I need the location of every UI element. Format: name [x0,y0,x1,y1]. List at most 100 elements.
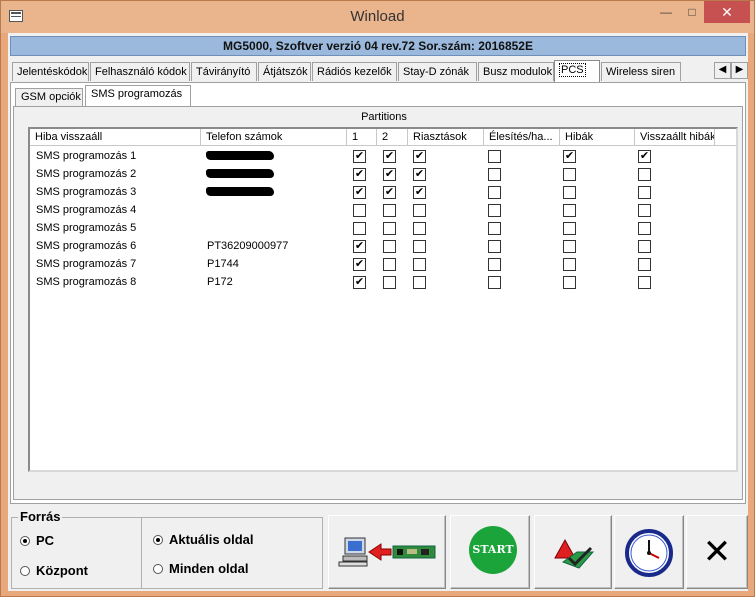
column-header-hibak[interactable]: Hibák [560,129,635,146]
table-row[interactable]: SMS programozás 3 ✔ ✔ ✔ [30,183,736,201]
checkbox-p2[interactable]: ✔ [383,168,396,181]
tab-jelenteskodok[interactable]: Jelentéskódok [12,62,89,81]
checkbox-p2[interactable]: ✔ [383,150,396,163]
checkbox-p1[interactable]: ✔ [353,186,366,199]
checkbox-restored[interactable] [638,258,651,271]
tab-atjatszok[interactable]: Átjátszók [258,62,311,81]
checkbox-restored[interactable] [638,168,651,181]
checkbox-arming[interactable] [488,150,501,163]
radio-kozpont-label[interactable]: Központ [36,563,88,578]
checkbox-alarms[interactable] [413,258,426,271]
checkbox-arming[interactable] [488,168,501,181]
checkbox-p1[interactable]: ✔ [353,168,366,181]
checkbox-p2[interactable] [383,276,396,289]
start-button[interactable]: START [450,515,530,589]
checkbox-p1[interactable]: ✔ [353,150,366,163]
column-header-riasztasok[interactable]: Riasztások [408,129,484,146]
checkbox-alarms[interactable]: ✔ [413,186,426,199]
checkbox-arming[interactable] [488,258,501,271]
sms-grid[interactable]: Hiba visszaáll Telefon számok 1 2 Riaszt… [28,127,738,472]
checkbox-p2[interactable]: ✔ [383,186,396,199]
checkbox-p2[interactable] [383,222,396,235]
checkbox-p1[interactable]: ✔ [353,258,366,271]
checkbox-arming[interactable] [488,240,501,253]
checkbox-p1[interactable]: ✔ [353,276,366,289]
table-row[interactable]: SMS programozás 1 ✔ ✔ ✔ ✔ ✔ [30,147,736,165]
checkbox-p2[interactable] [383,240,396,253]
checkbox-alarms[interactable] [413,240,426,253]
minimize-button[interactable]: — [652,1,680,23]
tab-felhasznalo-kodok[interactable]: Felhasználó kódok [90,62,190,81]
checkbox-alarms[interactable] [413,222,426,235]
radio-kozpont[interactable] [20,566,30,576]
checkbox-faults[interactable]: ✔ [563,150,576,163]
table-row[interactable]: SMS programozás 5 [30,219,736,237]
checkbox-arming[interactable] [488,186,501,199]
checkbox-restored[interactable] [638,222,651,235]
checkbox-restored[interactable] [638,276,651,289]
phone-number-cell[interactable]: P1744 [201,255,239,273]
checkbox-alarms[interactable]: ✔ [413,168,426,181]
radio-minden-oldal-label[interactable]: Minden oldal [169,561,248,576]
radio-pc-label[interactable]: PC [36,533,54,548]
close-window-button[interactable]: ✕ [704,1,750,23]
checkbox-restored[interactable] [638,204,651,217]
checkbox-restored[interactable] [638,186,651,199]
transfer-button[interactable] [328,515,446,589]
phone-number-cell[interactable] [201,201,207,219]
checkbox-faults[interactable] [563,240,576,253]
checkbox-alarms[interactable]: ✔ [413,150,426,163]
phone-number-cell[interactable] [201,219,207,237]
checkbox-restored[interactable] [638,240,651,253]
checkbox-faults[interactable] [563,186,576,199]
radio-aktualis-oldal[interactable] [153,535,163,545]
checkbox-arming[interactable] [488,204,501,217]
tab-stay-d-zonak[interactable]: Stay-D zónák [398,62,477,81]
phone-number-cell[interactable]: P172 [201,273,233,291]
checkbox-alarms[interactable] [413,204,426,217]
table-row[interactable]: SMS programozás 2 ✔ ✔ ✔ [30,165,736,183]
column-header-hiba[interactable]: Hiba visszaáll [30,129,201,146]
checkbox-p1[interactable] [353,222,366,235]
column-header-telefon[interactable]: Telefon számok [201,129,347,146]
checkbox-arming[interactable] [488,276,501,289]
checkbox-p1[interactable] [353,204,366,217]
checkbox-faults[interactable] [563,204,576,217]
radio-minden-oldal[interactable] [153,564,163,574]
subtab-sms-programozas[interactable]: SMS programozás [85,85,191,107]
tab-taviranyito[interactable]: Távirányító [191,62,257,81]
checkbox-faults[interactable] [563,222,576,235]
checkbox-p2[interactable] [383,204,396,217]
column-header-visszaallt-hibak[interactable]: Visszaállt hibák [635,129,715,146]
table-row[interactable]: SMS programozás 4 [30,201,736,219]
column-header-partition-2[interactable]: 2 [377,129,408,146]
tab-pcs[interactable]: PCS [554,60,600,82]
compare-button[interactable] [534,515,612,589]
checkbox-alarms[interactable] [413,276,426,289]
checkbox-faults[interactable] [563,258,576,271]
radio-pc[interactable] [20,536,30,546]
tab-radios-kezelok[interactable]: Rádiós kezelők [312,62,397,81]
radio-aktualis-oldal-label[interactable]: Aktuális oldal [169,532,254,547]
column-header-partition-1[interactable]: 1 [347,129,377,146]
checkbox-faults[interactable] [563,276,576,289]
tab-wireless-siren[interactable]: Wireless siren [601,62,681,81]
exit-button[interactable]: ✕ [686,515,748,589]
tab-scroll-right-icon[interactable]: ▶ [731,62,748,79]
tab-busz-modulok[interactable]: Busz modulok [478,62,554,81]
checkbox-arming[interactable] [488,222,501,235]
tab-scroll-left-icon[interactable]: ◀ [714,62,731,79]
table-row[interactable]: SMS programozás 7 P1744 ✔ [30,255,736,273]
phone-number-cell[interactable]: PT36209000977 [201,237,288,255]
title-bar[interactable]: Winload — □ ✕ [1,1,754,33]
table-row[interactable]: SMS programozás 8 P172 ✔ [30,273,736,291]
checkbox-p2[interactable] [383,258,396,271]
schedule-button[interactable] [614,515,684,589]
checkbox-faults[interactable] [563,168,576,181]
maximize-button[interactable]: □ [678,1,706,23]
checkbox-restored[interactable]: ✔ [638,150,651,163]
column-header-elesites[interactable]: Élesítés/ha... [484,129,560,146]
table-row[interactable]: SMS programozás 6 PT36209000977 ✔ [30,237,736,255]
subtab-gsm-opciok[interactable]: GSM opciók [15,88,83,106]
checkbox-p1[interactable]: ✔ [353,240,366,253]
